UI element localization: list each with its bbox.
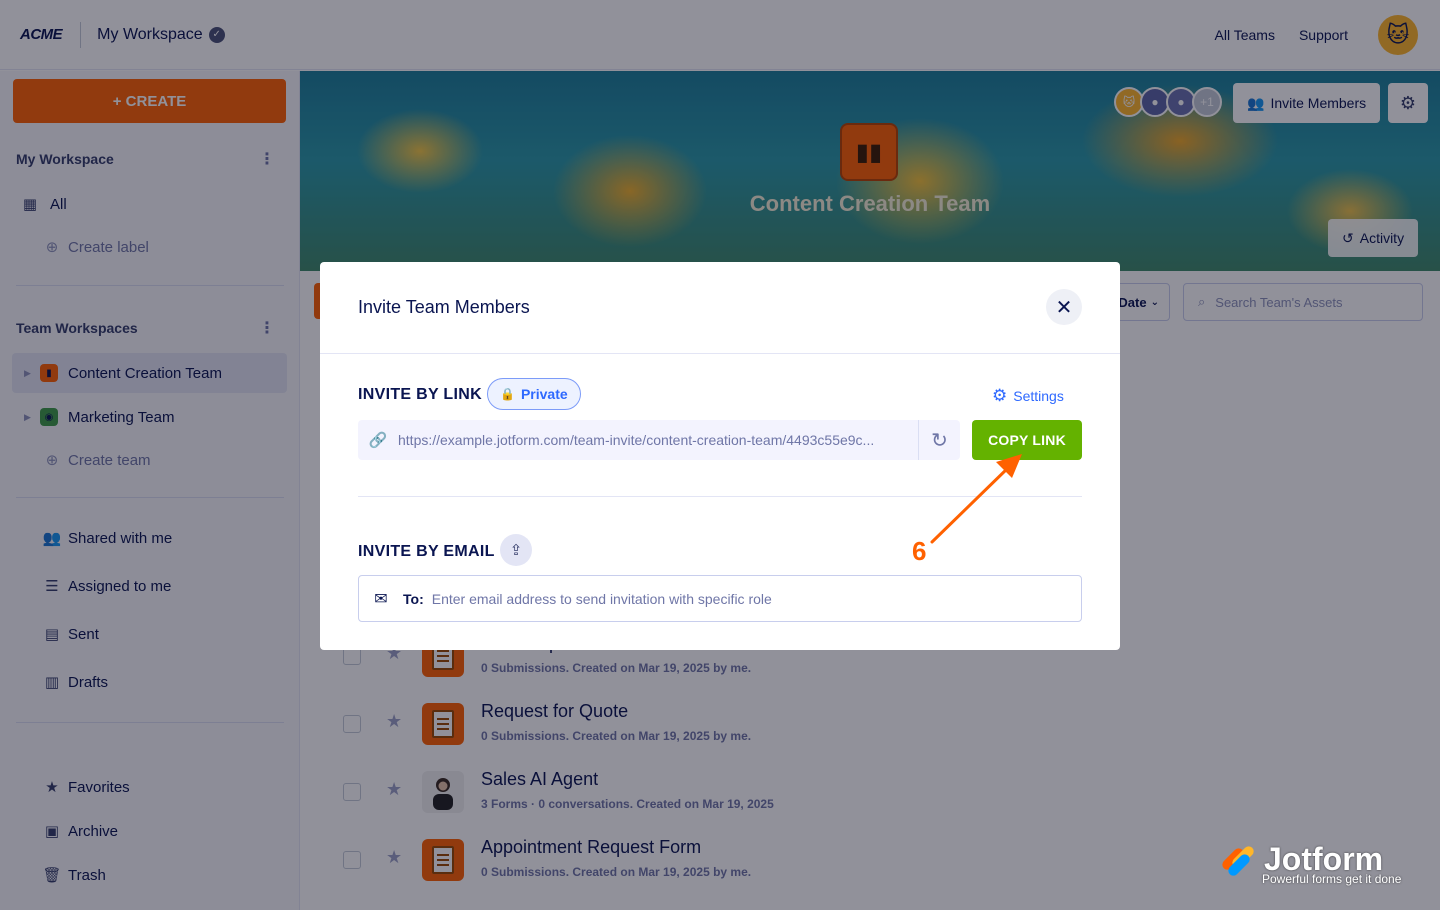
jotform-watermark: Jotform Powerful forms get it done <box>1220 841 1401 886</box>
invite-link-field[interactable]: 🔗 https://example.jotform.com/team-invit… <box>358 420 960 460</box>
email-invite-field[interactable]: ✉ To: <box>358 575 1082 622</box>
modal-divider <box>358 496 1082 497</box>
refresh-link-button[interactable]: ↻ <box>918 420 960 460</box>
close-icon: ✕ <box>1055 296 1073 319</box>
step-number: 6 <box>912 536 927 566</box>
envelope-icon: ✉ <box>374 590 388 608</box>
link-icon: 🔗 <box>368 432 388 449</box>
close-button[interactable]: ✕ <box>1046 289 1082 325</box>
invite-team-members-modal: Invite Team Members ✕ INVITE BY LINK 🔒 P… <box>320 262 1120 650</box>
gear-icon: ⚙ <box>992 386 1008 405</box>
watermark-brand: Jotform <box>1264 841 1384 877</box>
modal-header: Invite Team Members ✕ <box>320 262 1120 354</box>
upload-icon: ⇪ <box>509 542 523 559</box>
jotform-logo-icon <box>1220 842 1258 878</box>
modal-title: Invite Team Members <box>358 297 530 317</box>
privacy-label: Private <box>520 386 568 402</box>
to-label: To: <box>403 590 424 607</box>
privacy-badge[interactable]: 🔒 Private <box>487 378 581 410</box>
refresh-icon: ↻ <box>931 429 948 452</box>
lock-icon: 🔒 <box>500 387 515 401</box>
link-settings-button[interactable]: ⚙ Settings <box>992 386 1064 406</box>
copy-link-button[interactable]: COPY LINK <box>972 420 1082 460</box>
settings-label: Settings <box>1013 388 1064 404</box>
invite-by-link-label: INVITE BY LINK <box>358 386 482 403</box>
invite-by-email-label: INVITE BY EMAIL <box>358 543 495 560</box>
upload-contacts-button[interactable]: ⇪ <box>500 534 532 566</box>
watermark-tagline: Powerful forms get it done <box>1262 872 1402 886</box>
email-input[interactable] <box>431 590 1052 607</box>
invite-url[interactable]: https://example.jotform.com/team-invite/… <box>398 432 920 448</box>
